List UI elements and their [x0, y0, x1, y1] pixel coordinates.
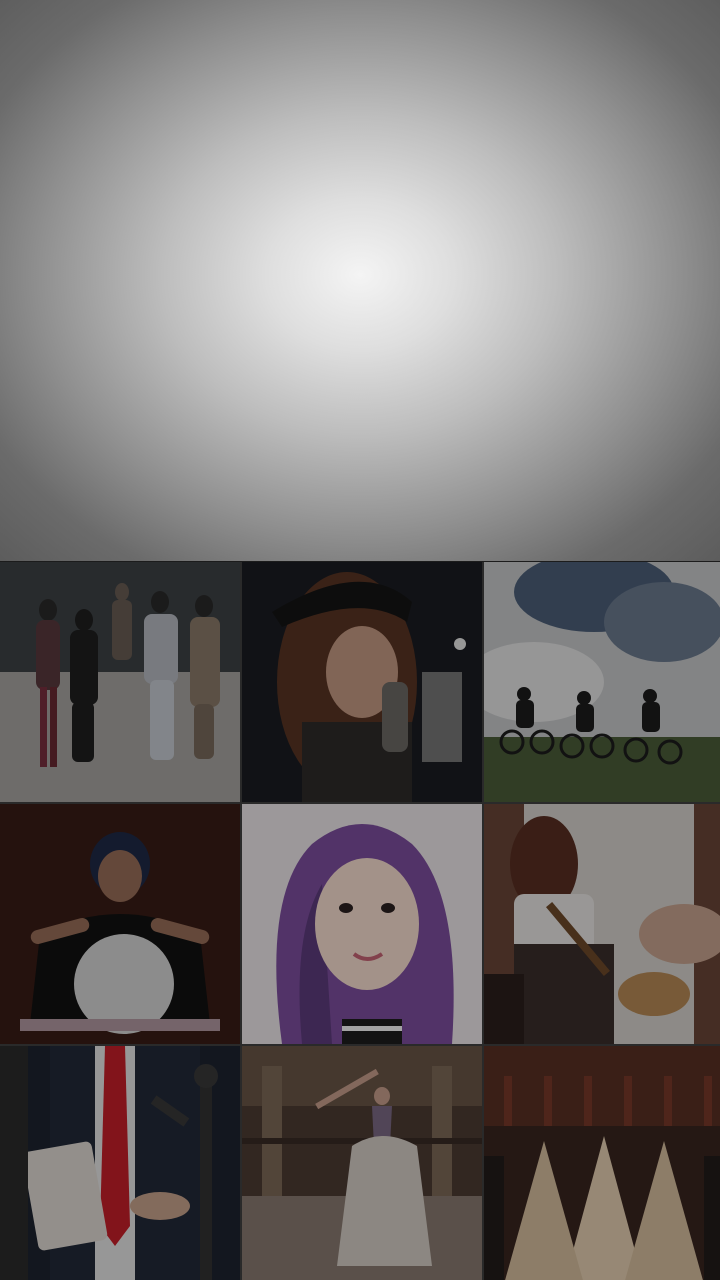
- grid-photo-7[interactable]: [0, 1046, 240, 1280]
- photo-singer-microphone-icon: [242, 562, 482, 802]
- photo-ballet-dancer-icon: [242, 1046, 482, 1280]
- grid-photo-4[interactable]: [0, 804, 240, 1044]
- photo-banquet-hall-icon: [484, 1046, 720, 1280]
- grid-photo-2[interactable]: [242, 562, 482, 802]
- photo-grid: [0, 562, 720, 1280]
- grid-photo-9[interactable]: [484, 1046, 720, 1280]
- photo-purple-hair-selfie-icon: [242, 804, 482, 1044]
- photo-runway-models-icon: [0, 562, 240, 802]
- photo-woman-ukulele-icon: [484, 804, 720, 1044]
- photo-fortune-teller-crystal-ball-icon: [0, 804, 240, 1044]
- grid-photo-6[interactable]: [484, 804, 720, 1044]
- photo-press-microphones-suit-icon: [0, 1046, 240, 1280]
- photo-mountain-bikers-icon: [484, 562, 720, 802]
- screen: [0, 0, 720, 1280]
- grid-photo-5[interactable]: [242, 804, 482, 1044]
- grid-photo-8[interactable]: [242, 1046, 482, 1280]
- grid-photo-1[interactable]: [0, 562, 240, 802]
- grid-photo-3[interactable]: [484, 562, 720, 802]
- hero-image-placeholder[interactable]: [0, 0, 720, 561]
